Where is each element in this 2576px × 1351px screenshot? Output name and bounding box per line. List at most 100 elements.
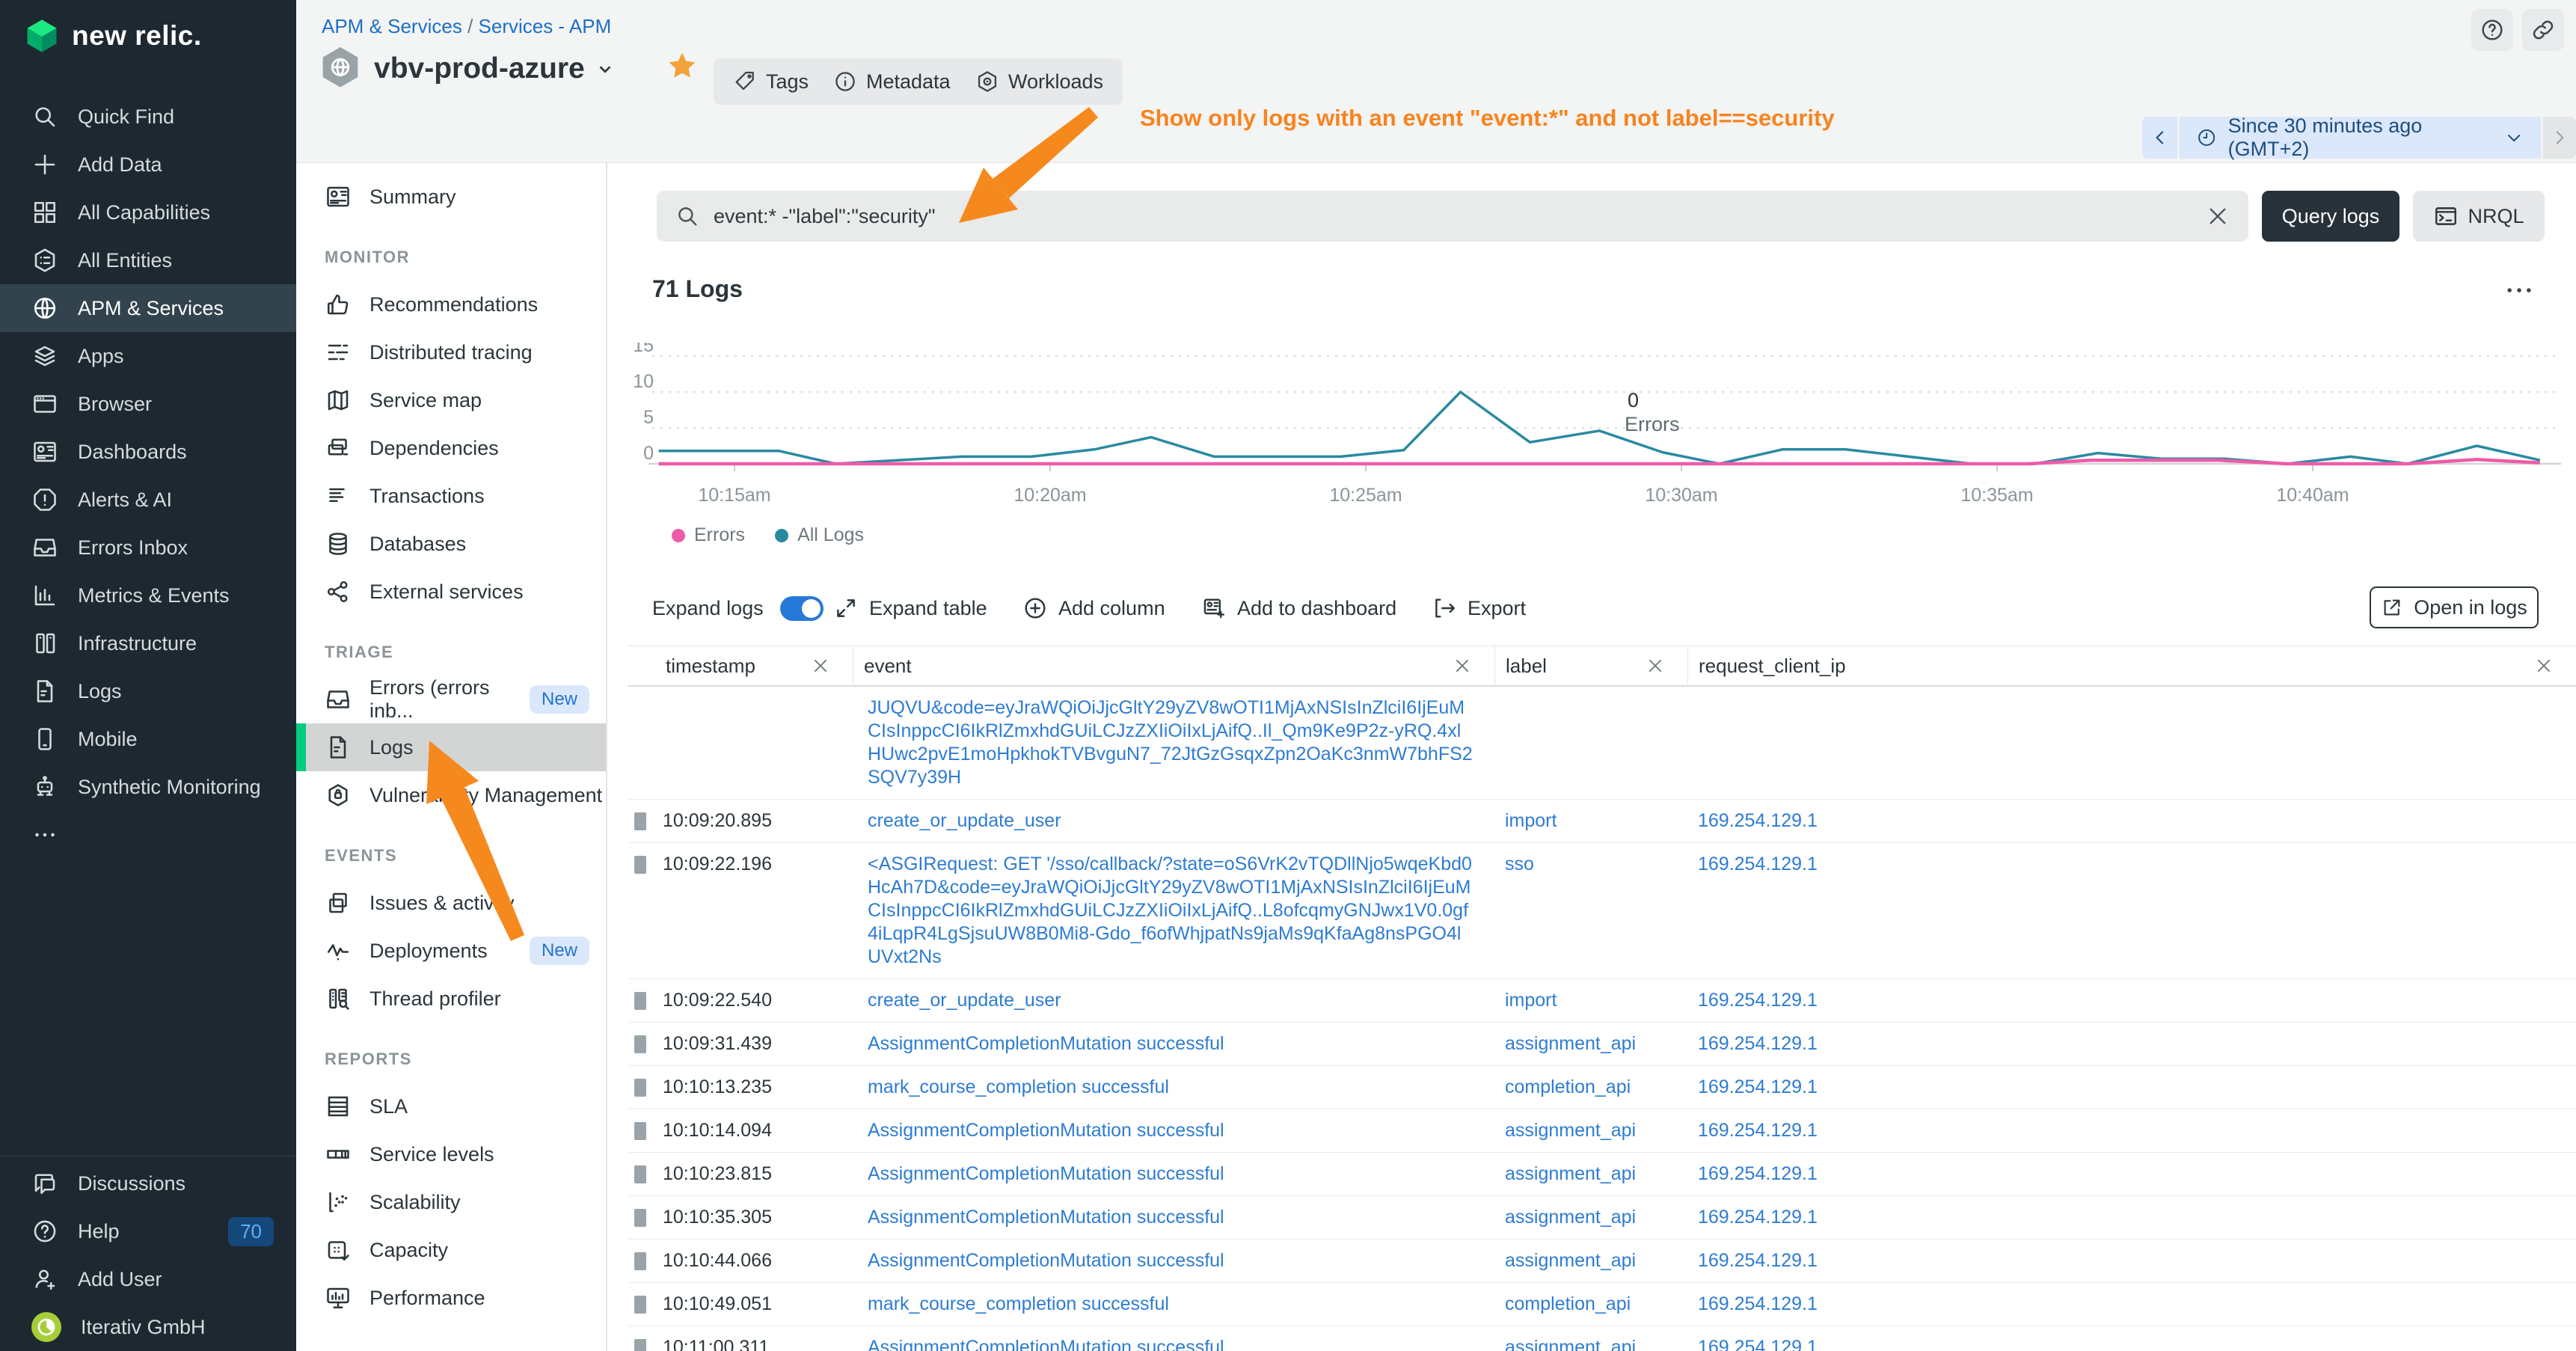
row-handle[interactable]	[634, 1339, 646, 1351]
sidebar-footer-discussions[interactable]: Discussions	[0, 1159, 296, 1207]
cell-event[interactable]: <ASGIRequest: GET '/sso/callback/?state=…	[853, 843, 1494, 978]
cell-label[interactable]: assignment_api	[1494, 1153, 1687, 1195]
cell-request-client-ip[interactable]: 169.254.129.1	[1687, 800, 2576, 842]
row-handle[interactable]	[634, 992, 646, 1010]
cell-request-client-ip[interactable]: 169.254.129.1	[1687, 1196, 2576, 1239]
cell-label[interactable]: completion_api	[1494, 1066, 1687, 1109]
sidebar-footer-add-user[interactable]: Add User	[0, 1255, 296, 1303]
sidebar-item-more[interactable]	[0, 811, 296, 859]
chart-menu-icon[interactable]	[2503, 274, 2536, 307]
legend-item-all-logs[interactable]: All Logs	[775, 524, 864, 546]
expand-table-button[interactable]: Expand table	[833, 586, 987, 630]
cell-label[interactable]: import	[1494, 979, 1687, 1022]
cell-request-client-ip[interactable]: 169.254.129.1	[1687, 1326, 2576, 1351]
service-nav-item-thread-profiler[interactable]: Thread profiler	[296, 975, 606, 1023]
log-row[interactable]: 10:09:20.895create_or_update_userimport1…	[628, 800, 2576, 843]
row-handle[interactable]	[634, 1035, 646, 1053]
workloads-button[interactable]: Workloads	[956, 58, 1123, 105]
log-row[interactable]: 10:10:23.815AssignmentCompletionMutation…	[628, 1153, 2576, 1196]
sidebar-item-apps[interactable]: Apps	[0, 332, 296, 380]
sidebar-item-apm-services[interactable]: APM & Services	[0, 284, 296, 332]
log-row[interactable]: 10:09:22.196<ASGIRequest: GET '/sso/call…	[628, 843, 2576, 979]
cell-request-client-ip[interactable]: 169.254.129.1	[1687, 979, 2576, 1022]
remove-column-icon[interactable]	[811, 656, 830, 676]
help-button[interactable]	[2471, 9, 2513, 51]
tags-button[interactable]: Tags	[714, 58, 828, 105]
add-column-button[interactable]: Add column	[1022, 586, 1165, 630]
service-nav-item-vulnerability-management[interactable]: Vulnerability Management	[296, 771, 606, 819]
legend-item-errors[interactable]: Errors	[672, 524, 745, 546]
cell-request-client-ip[interactable]: 169.254.129.1	[1687, 1283, 2576, 1326]
sidebar-footer-iterativ-gmbh[interactable]: Iterativ GmbH	[0, 1303, 296, 1351]
service-nav-item-service-map[interactable]: Service map	[296, 376, 606, 424]
row-handle[interactable]	[634, 1296, 646, 1314]
cell-label[interactable]: assignment_api	[1494, 1023, 1687, 1065]
service-nav-item-sla[interactable]: SLA	[296, 1082, 606, 1130]
cell-request-client-ip[interactable]: 169.254.129.1	[1687, 1109, 2576, 1152]
entity-title[interactable]: vbv-prod-azure	[374, 52, 615, 85]
open-in-logs-button[interactable]: Open in logs	[2370, 586, 2539, 628]
service-nav-item-recommendations[interactable]: Recommendations	[296, 281, 606, 328]
cell-event[interactable]: AssignmentCompletionMutation successful	[853, 1326, 1494, 1351]
time-forward-button[interactable]	[2543, 117, 2576, 159]
log-query-input[interactable]: event:* -"label":"security"	[657, 191, 2248, 242]
time-back-button[interactable]	[2142, 117, 2177, 159]
row-handle[interactable]	[634, 1252, 646, 1270]
sidebar-item-all-capabilities[interactable]: All Capabilities	[0, 189, 296, 236]
cell-event[interactable]: AssignmentCompletionMutation successful	[853, 1196, 1494, 1239]
sidebar-item-browser[interactable]: Browser	[0, 380, 296, 428]
sidebar-item-mobile[interactable]: Mobile	[0, 715, 296, 763]
cell-event[interactable]: AssignmentCompletionMutation successful	[853, 1240, 1494, 1282]
row-handle[interactable]	[634, 1165, 646, 1183]
sidebar-item-infrastructure[interactable]: Infrastructure	[0, 619, 296, 667]
cell-event[interactable]: JUQVU&code=eyJraWQiOiJjcGltY29yZV8wOTI1M…	[853, 687, 1494, 799]
service-nav-item-summary[interactable]: Summary	[296, 173, 606, 221]
remove-column-icon[interactable]	[1453, 656, 1472, 676]
sidebar-item-metrics-events[interactable]: Metrics & Events	[0, 572, 296, 619]
cell-request-client-ip[interactable]: 169.254.129.1	[1687, 843, 2576, 978]
row-handle[interactable]	[634, 1209, 646, 1227]
service-nav-item-issues-activity[interactable]: Issues & activity	[296, 879, 606, 927]
sidebar-item-quick-find[interactable]: Quick Find	[0, 93, 296, 141]
log-row[interactable]: JUQVU&code=eyJraWQiOiJjcGltY29yZV8wOTI1M…	[628, 687, 2576, 800]
row-handle[interactable]	[634, 856, 646, 874]
cell-label[interactable]: import	[1494, 800, 1687, 842]
cell-label[interactable]: completion_api	[1494, 1283, 1687, 1326]
cell-request-client-ip[interactable]	[1687, 687, 2576, 799]
cell-label[interactable]	[1494, 687, 1687, 799]
favorite-star-icon[interactable]	[666, 49, 699, 82]
sidebar-item-synthetic-monitoring[interactable]: Synthetic Monitoring	[0, 763, 296, 811]
service-nav-item-deployments[interactable]: DeploymentsNew	[296, 927, 606, 975]
sidebar-item-alerts-ai[interactable]: Alerts & AI	[0, 476, 296, 524]
cell-label[interactable]: assignment_api	[1494, 1196, 1687, 1239]
cell-event[interactable]: create_or_update_user	[853, 979, 1494, 1022]
service-nav-item-distributed-tracing[interactable]: Distributed tracing	[296, 328, 606, 376]
row-handle[interactable]	[634, 812, 646, 830]
cell-label[interactable]: assignment_api	[1494, 1326, 1687, 1351]
service-nav-item-external-services[interactable]: External services	[296, 568, 606, 616]
service-nav-item-databases[interactable]: Databases	[296, 520, 606, 568]
export-button[interactable]: Export	[1432, 586, 1526, 630]
service-nav-item-performance[interactable]: Performance	[296, 1274, 606, 1322]
new-relic-logo[interactable]: new relic.	[22, 16, 202, 55]
sidebar-item-all-entities[interactable]: All Entities	[0, 236, 296, 284]
service-nav-item-scalability[interactable]: Scalability	[296, 1178, 606, 1226]
sidebar-item-add-data[interactable]: Add Data	[0, 141, 296, 189]
service-nav-item-errors-errors-inb[interactable]: Errors (errors inb...New	[296, 676, 606, 723]
cell-event[interactable]: AssignmentCompletionMutation successful	[853, 1153, 1494, 1195]
service-nav-item-capacity[interactable]: Capacity	[296, 1226, 606, 1274]
cell-event[interactable]: mark_course_completion successful	[853, 1283, 1494, 1326]
log-row[interactable]: 10:10:49.051mark_course_completion succe…	[628, 1283, 2576, 1326]
expand-logs-toggle[interactable]	[780, 596, 824, 621]
clear-query-icon[interactable]	[2205, 203, 2230, 229]
log-row[interactable]: 10:10:13.235mark_course_completion succe…	[628, 1066, 2576, 1109]
cell-event[interactable]: create_or_update_user	[853, 800, 1494, 842]
log-row[interactable]: 10:10:14.094AssignmentCompletionMutation…	[628, 1109, 2576, 1153]
permalink-button[interactable]	[2522, 9, 2564, 51]
cell-event[interactable]: AssignmentCompletionMutation successful	[853, 1109, 1494, 1152]
log-row[interactable]: 10:09:31.439AssignmentCompletionMutation…	[628, 1023, 2576, 1066]
log-row[interactable]: 10:11:00.311AssignmentCompletionMutation…	[628, 1326, 2576, 1351]
service-nav-item-dependencies[interactable]: Dependencies	[296, 424, 606, 472]
query-logs-button[interactable]: Query logs	[2262, 191, 2399, 242]
metadata-button[interactable]: Metadata	[814, 58, 970, 105]
